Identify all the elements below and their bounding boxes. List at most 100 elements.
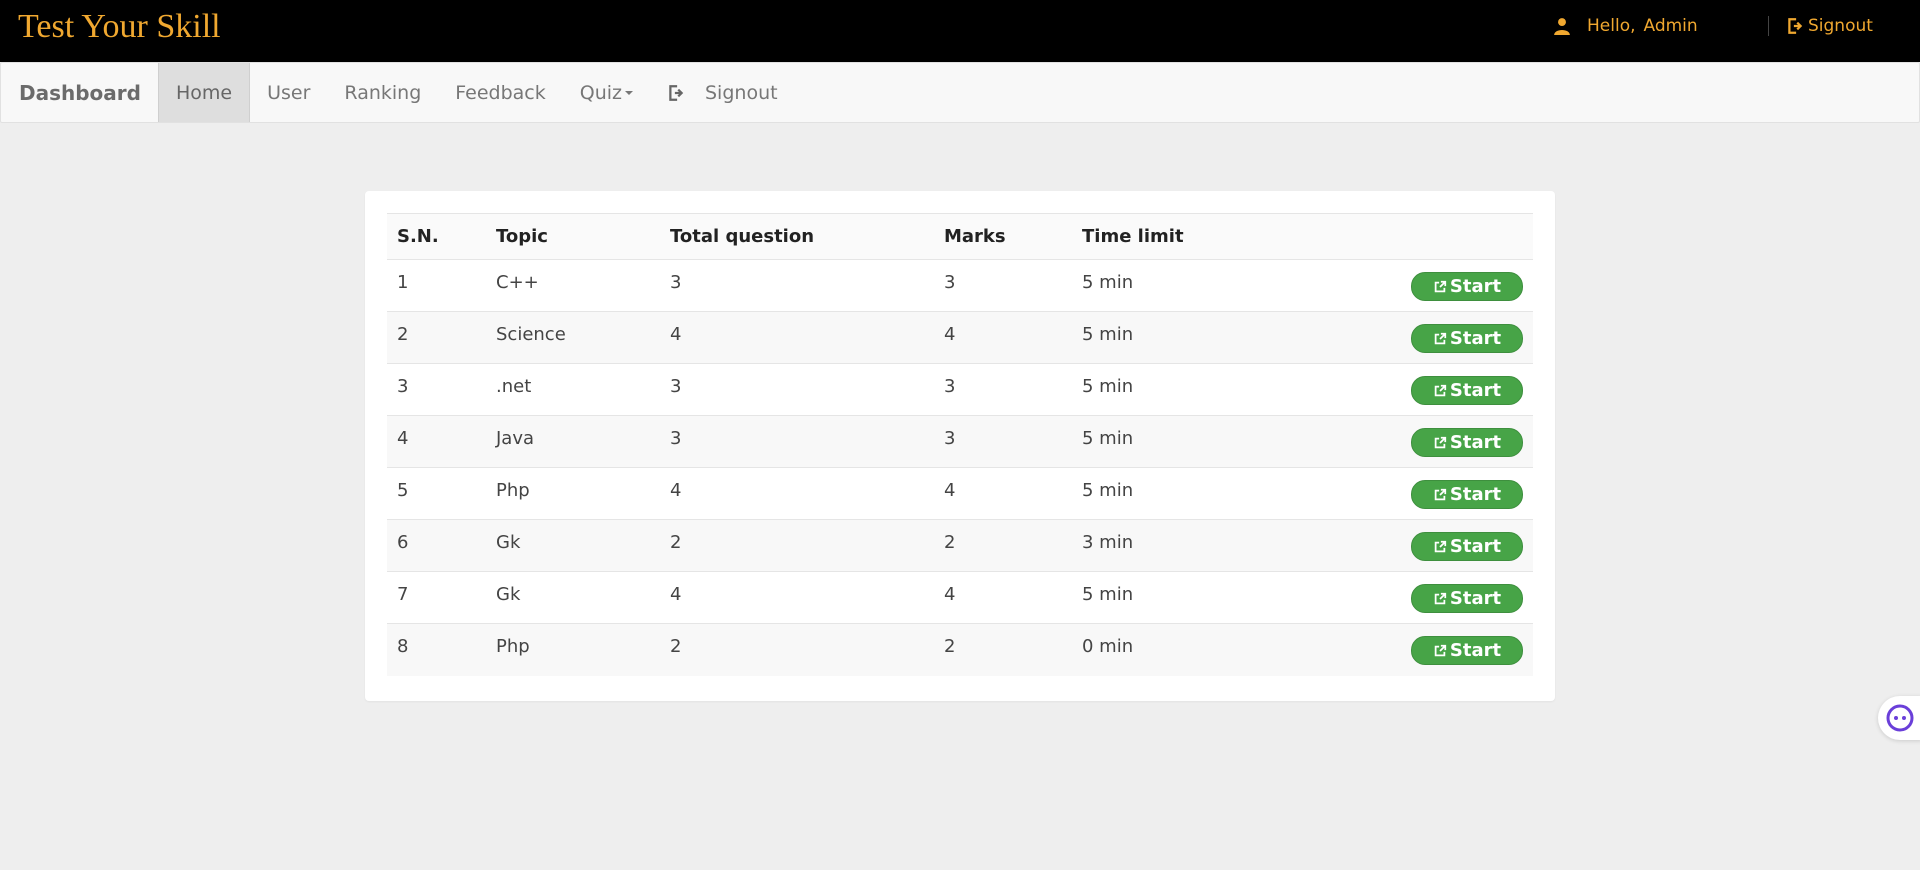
top-header: Test Your Skill Hello, Admin Signout [0,0,1920,62]
cell-marks: 4 [934,467,1072,520]
external-link-icon [1434,332,1447,344]
cell-sn: 4 [387,415,486,468]
nav-item-home[interactable]: Home [157,63,251,122]
cell-marks: 3 [934,415,1072,468]
cell-action: Start [1372,467,1533,520]
header-topic: Topic [486,213,660,260]
cell-marks: 3 [934,363,1072,416]
nav-brand-dashboard[interactable]: Dashboard [1,63,158,122]
start-button-label: Start [1449,484,1502,505]
start-button[interactable]: Start [1411,376,1523,405]
main-navbar: Dashboard Home User Ranking Feedback Qui… [0,62,1920,123]
cell-total: 3 [660,259,934,312]
cell-time: 3 min [1072,519,1372,572]
nav-item-label: Quiz [579,81,622,104]
cell-sn: 1 [387,259,486,312]
table-row: 5 Php 4 4 5 min Start [387,467,1533,520]
cell-marks: 2 [934,519,1072,572]
table-row: 2 Science 4 4 5 min Start [387,311,1533,364]
cell-time: 5 min [1072,363,1372,416]
cell-topic: Gk [486,571,660,624]
table-row: 1 C++ 3 3 5 min Start [387,259,1533,312]
assistant-bubble[interactable] [1878,696,1920,740]
start-button[interactable]: Start [1411,428,1523,457]
table-header-row: S.N. Topic Total question Marks Time lim… [387,213,1533,260]
username: Admin [1643,16,1698,36]
nav-item-feedback[interactable]: Feedback [438,63,562,122]
cell-total: 2 [660,623,934,676]
cell-action: Start [1372,571,1533,624]
cell-time: 5 min [1072,571,1372,624]
cell-time: 5 min [1072,415,1372,468]
nav-item-label: Feedback [455,81,546,104]
cell-sn: 8 [387,623,486,676]
cell-marks: 4 [934,571,1072,624]
start-button[interactable]: Start [1411,584,1523,613]
nav-item-label: Ranking [344,81,422,104]
quiz-table: S.N. Topic Total question Marks Time lim… [387,213,1533,676]
nav-item-label: Home [175,81,233,104]
cell-topic: Php [486,623,660,676]
nav-item-user[interactable]: User [250,63,327,122]
cell-total: 4 [660,311,934,364]
nav-item-signout[interactable]: Signout [650,63,795,122]
table-row: 8 Php 2 2 0 min Start [387,623,1533,676]
cell-sn: 3 [387,363,486,416]
header-divider [1768,16,1769,36]
external-link-icon [1434,280,1447,292]
external-link-icon [1434,540,1447,552]
start-button-label: Start [1449,328,1502,349]
cell-topic: C++ [486,259,660,312]
external-link-icon [1434,488,1447,500]
start-button-label: Start [1449,432,1502,453]
external-link-icon [1434,592,1447,604]
start-button[interactable]: Start [1411,480,1523,509]
cell-action: Start [1372,363,1533,416]
header-total-question: Total question [660,213,934,260]
cell-time: 5 min [1072,467,1372,520]
signout-icon [669,84,684,101]
hello-label: Hello, [1587,16,1636,36]
site-brand[interactable]: Test Your Skill [18,8,221,46]
cell-sn: 7 [387,571,486,624]
cell-sn: 2 [387,311,486,364]
cell-topic: Gk [486,519,660,572]
quiz-panel: S.N. Topic Total question Marks Time lim… [365,191,1555,701]
cell-marks: 3 [934,259,1072,312]
nav-item-label: User [267,81,311,104]
cell-action: Start [1372,311,1533,364]
cell-total: 3 [660,415,934,468]
user-greeting[interactable]: Hello, Admin [1553,16,1698,36]
cell-topic: .net [486,363,660,416]
cell-total: 4 [660,571,934,624]
external-link-icon [1434,644,1447,656]
header-signout-link[interactable]: Signout [1786,16,1873,36]
caret-down-icon [625,90,633,95]
cell-total: 4 [660,467,934,520]
cell-action: Start [1372,415,1533,468]
cell-sn: 5 [387,467,486,520]
table-row: 3 .net 3 3 5 min Start [387,363,1533,416]
cell-marks: 4 [934,311,1072,364]
cell-time: 5 min [1072,259,1372,312]
start-button-label: Start [1449,536,1502,557]
cell-topic: Science [486,311,660,364]
cell-action: Start [1372,519,1533,572]
start-button[interactable]: Start [1411,532,1523,561]
person-icon [1554,18,1570,35]
cell-time: 0 min [1072,623,1372,676]
header-time-limit: Time limit [1072,213,1372,260]
start-button[interactable]: Start [1411,636,1523,665]
nav-item-quiz-dropdown[interactable]: Quiz [563,63,650,122]
start-button[interactable]: Start [1411,324,1523,353]
external-link-icon [1434,436,1447,448]
table-row: 7 Gk 4 4 5 min Start [387,571,1533,624]
nav-item-label: Signout [705,81,778,104]
header-action [1372,213,1533,260]
cell-marks: 2 [934,623,1072,676]
header-marks: Marks [934,213,1072,260]
cell-total: 2 [660,519,934,572]
start-button[interactable]: Start [1411,272,1523,301]
nav-item-ranking[interactable]: Ranking [327,63,438,122]
signout-icon [1788,18,1803,34]
